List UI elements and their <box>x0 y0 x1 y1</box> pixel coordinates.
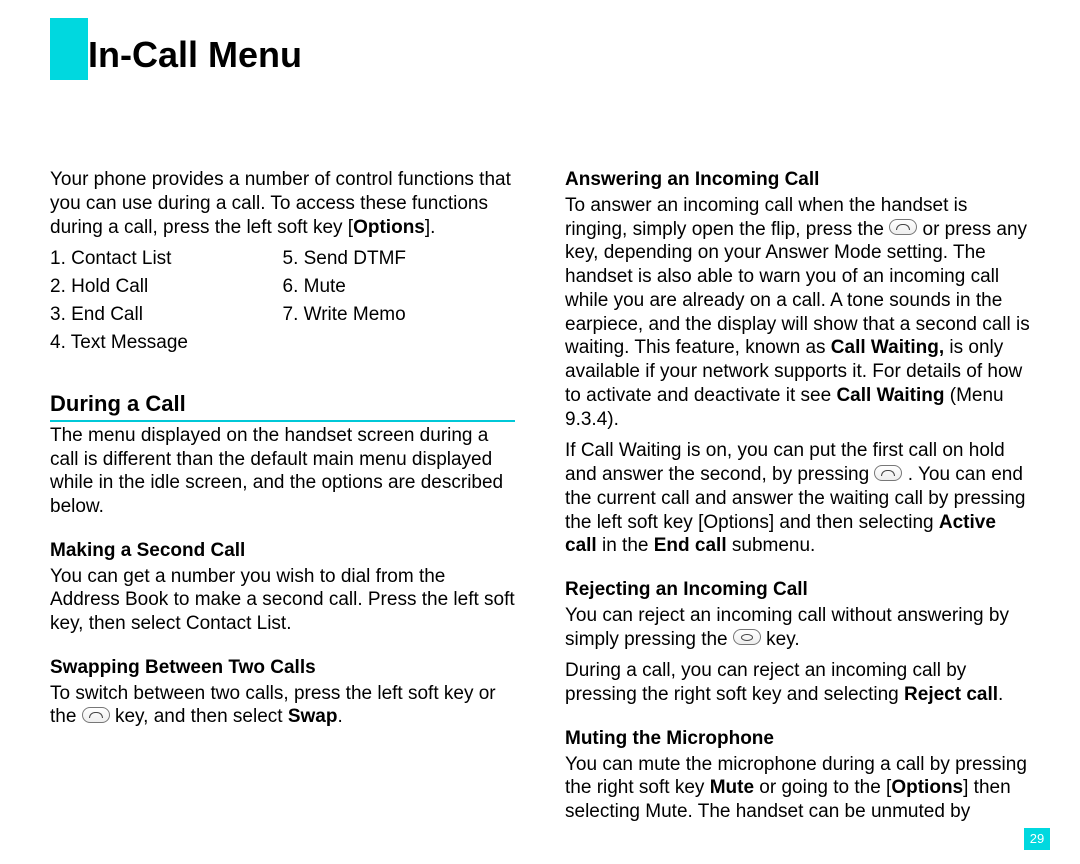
swapping-calls-heading: Swapping Between Two Calls <box>50 656 515 680</box>
answer2-in: in the <box>597 535 654 556</box>
options-right-col: 5. Send DTMF 6. Mute 7. Write Memo <box>283 247 516 354</box>
right-column: Answering an Incoming Call To answer an … <box>565 168 1030 832</box>
send-key-icon <box>874 465 902 481</box>
rejecting-incoming-text2: During a call, you can reject an incomin… <box>565 659 1030 707</box>
swap-bold: Swap <box>288 706 338 727</box>
manual-page: In-Call Menu Your phone provides a numbe… <box>0 0 1080 864</box>
intro-text-post: ]. <box>425 217 436 238</box>
page-number-badge: 29 <box>1024 828 1050 850</box>
intro-text-pre: Your phone provides a number of control … <box>50 169 511 238</box>
option-item: 3. End Call <box>50 303 283 327</box>
intro-paragraph: Your phone provides a number of control … <box>50 168 515 239</box>
swap-text-post: . <box>337 706 342 727</box>
send-key-icon <box>82 707 110 723</box>
send-key-icon <box>889 219 917 235</box>
mute-bold1: Mute <box>710 777 754 798</box>
answering-incoming-text2: If Call Waiting is on, you can put the f… <box>565 439 1030 558</box>
end-call-bold: End call <box>654 535 727 556</box>
options-left-col: 1. Contact List 2. Hold Call 3. End Call… <box>50 247 283 354</box>
left-column: Your phone provides a number of control … <box>50 168 515 832</box>
rejecting-incoming-text1: You can reject an incoming call without … <box>565 604 1030 652</box>
option-item: 2. Hold Call <box>50 275 283 299</box>
content-columns: Your phone provides a number of control … <box>50 168 1030 832</box>
rejecting-incoming-heading: Rejecting an Incoming Call <box>565 578 1030 602</box>
answering-incoming-heading: Answering an Incoming Call <box>565 168 1030 192</box>
page-title: In-Call Menu <box>88 32 302 77</box>
swap-text-mid: key, and then select <box>110 706 288 727</box>
option-item: 6. Mute <box>283 275 516 299</box>
mute-mid: or going to the [ <box>754 777 891 798</box>
options-list: 1. Contact List 2. Hold Call 3. End Call… <box>50 247 515 354</box>
reject1-post: key. <box>761 629 800 650</box>
during-a-call-text: The menu displayed on the handset screen… <box>50 424 515 519</box>
option-item: 5. Send DTMF <box>283 247 516 271</box>
reject2-post: . <box>998 684 1003 705</box>
muting-microphone-heading: Muting the Microphone <box>565 727 1030 751</box>
option-item: 4. Text Message <box>50 331 283 355</box>
during-a-call-heading: During a Call <box>50 390 515 422</box>
call-waiting-bold2: Call Waiting <box>836 385 944 406</box>
making-second-call-text: You can get a number you wish to dial fr… <box>50 565 515 636</box>
option-item: 7. Write Memo <box>283 303 516 327</box>
title-accent-block <box>50 18 88 80</box>
reject-call-bold: Reject call <box>904 684 998 705</box>
muting-microphone-text: You can mute the microphone during a cal… <box>565 753 1030 824</box>
call-waiting-bold: Call Waiting, <box>831 337 944 358</box>
mute-bold2: Options <box>891 777 963 798</box>
intro-options-bold: Options <box>353 217 425 238</box>
answer2-submenu: submenu. <box>727 535 816 556</box>
swapping-calls-text: To switch between two calls, press the l… <box>50 682 515 730</box>
end-key-icon <box>733 629 761 645</box>
making-second-call-heading: Making a Second Call <box>50 539 515 563</box>
option-item: 1. Contact List <box>50 247 283 271</box>
answering-incoming-text: To answer an incoming call when the hand… <box>565 194 1030 432</box>
